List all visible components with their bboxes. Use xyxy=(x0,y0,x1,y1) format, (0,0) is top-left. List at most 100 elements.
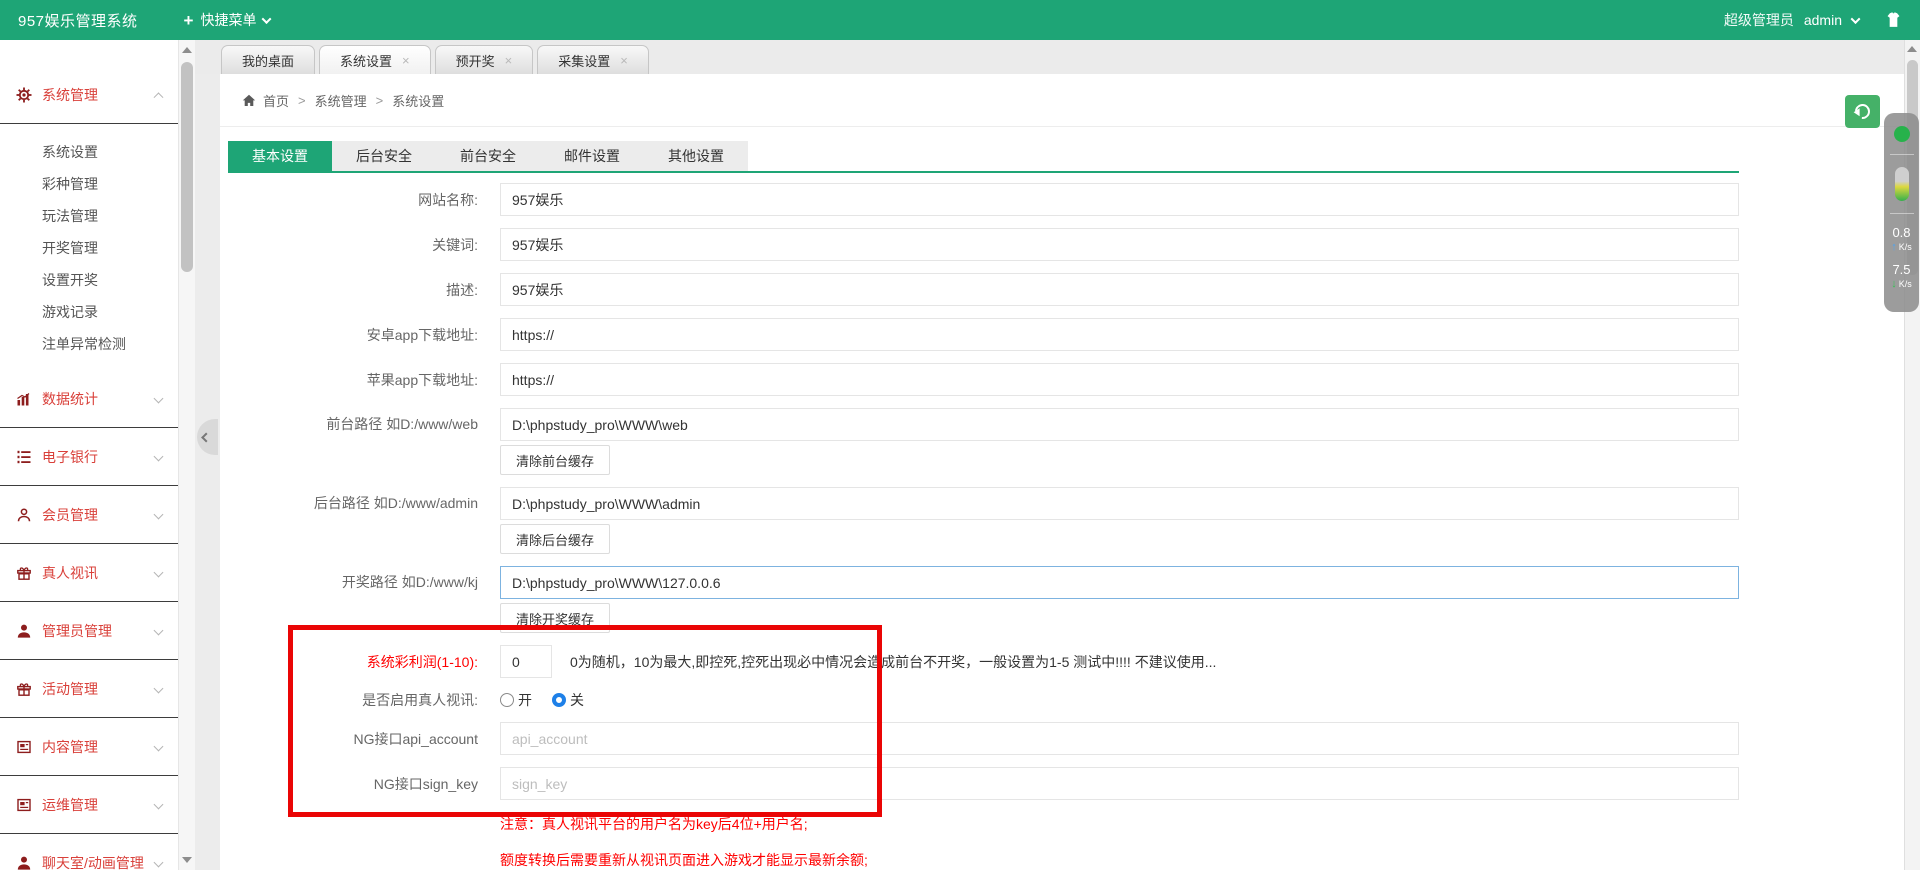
chart-icon xyxy=(16,391,32,407)
tab-label: 采集设置 xyxy=(558,53,611,69)
app-title: 957娱乐管理系统 xyxy=(18,12,138,30)
tab-backend-security[interactable]: 后台安全 xyxy=(332,141,436,171)
breadcrumb-separator: > xyxy=(375,92,384,108)
ng-sign-key-input[interactable] xyxy=(500,767,1739,800)
breadcrumb-current: 系统设置 xyxy=(392,93,445,109)
divider xyxy=(1889,154,1914,155)
radio-option-on[interactable]: 开 xyxy=(500,690,532,710)
field-label: 网站名称: xyxy=(418,191,478,208)
sidebar-item-set-draw[interactable]: 设置开奖 xyxy=(0,264,178,296)
sidebar-item-system-management[interactable]: 系统管理 xyxy=(0,66,178,124)
sidebar-item-chatroom-animation[interactable]: 聊天室/动画管理 xyxy=(0,834,178,870)
sidebar-item-play-management[interactable]: 玩法管理 xyxy=(0,200,178,232)
quick-menu-label: 快捷菜单 xyxy=(200,12,257,28)
draw-path-input[interactable] xyxy=(500,566,1739,599)
page-tabstrip: 我的桌面 系统设置 × 预开奖 × 采集设置 × xyxy=(195,40,1904,74)
ios-app-url-input[interactable] xyxy=(500,363,1739,396)
sidebar-group-label: 运维管理 xyxy=(42,796,98,813)
radio-option-off[interactable]: 关 xyxy=(552,690,584,710)
refresh-button[interactable] xyxy=(1845,95,1880,128)
unit-label: K/s xyxy=(1898,279,1912,289)
numbered-list-icon xyxy=(16,449,32,465)
sidebar-item-content-management[interactable]: 内容管理 xyxy=(0,718,178,776)
chevron-down-icon xyxy=(153,509,164,520)
clear-draw-cache-button[interactable]: 清除开奖缓存 xyxy=(500,603,611,633)
sidebar-item-member-management[interactable]: 会员管理 xyxy=(0,486,178,544)
sidebar-item-data-statistics[interactable]: 数据统计 xyxy=(0,370,178,428)
topbar: 957娱乐管理系统 + 快捷菜单 超级管理员 admin xyxy=(0,0,1920,40)
clear-front-cache-button[interactable]: 清除前台缓存 xyxy=(500,445,611,475)
android-app-url-input[interactable] xyxy=(500,318,1739,351)
unit-label: K/s xyxy=(1898,242,1912,252)
tab-system-settings[interactable]: 系统设置 × xyxy=(319,45,431,74)
note-line: 额度转换后需要重新从视讯页面进入游戏才能显示最新余额; xyxy=(500,852,868,868)
username-dropdown[interactable]: admin xyxy=(1804,12,1842,28)
plus-icon: + xyxy=(183,10,194,30)
main-panel: 首页 > 系统管理 > 系统设置 基本设置 后台安全 前台安全 邮件设置 其他设… xyxy=(220,74,1904,870)
breadcrumb-system-management[interactable]: 系统管理 xyxy=(315,91,367,110)
profit-input[interactable] xyxy=(500,645,552,678)
form-row-admin-path: 后台路径 如D:/www/admin 清除后台缓存 xyxy=(220,487,1739,554)
download-speed-value: 7.5 xyxy=(1892,262,1911,277)
sidebar-collapse-handle[interactable] xyxy=(197,419,218,455)
chevron-down-icon xyxy=(153,451,164,462)
breadcrumb-home[interactable]: 首页 xyxy=(263,91,289,110)
tab-my-desktop[interactable]: 我的桌面 xyxy=(221,45,316,74)
tab-collect-settings[interactable]: 采集设置 × xyxy=(537,45,649,74)
theme-shirt-icon[interactable] xyxy=(1885,12,1902,28)
front-path-input[interactable] xyxy=(500,408,1739,441)
user-role: 超级管理员 xyxy=(1723,12,1794,28)
sidebar-item-bet-anomaly-detection[interactable]: 注单异常检测 xyxy=(0,328,178,360)
sidebar-scrollbar[interactable] xyxy=(178,40,195,870)
clear-admin-cache-button[interactable]: 清除后台缓存 xyxy=(500,524,611,554)
scroll-up-icon[interactable] xyxy=(1907,46,1917,52)
close-icon[interactable]: × xyxy=(402,54,410,67)
chevron-up-icon xyxy=(153,92,164,103)
tab-pre-draw[interactable]: 预开奖 × xyxy=(434,45,534,74)
sidebar-item-e-bank[interactable]: 电子银行 xyxy=(0,428,178,486)
sidebar-item-system-settings[interactable]: 系统设置 xyxy=(0,136,178,168)
sidebar-item-ops-management[interactable]: 运维管理 xyxy=(0,776,178,834)
speed-gauge-icon xyxy=(1894,167,1909,201)
download-speed-unit: ↓ K/s xyxy=(1891,279,1912,290)
form-row-keywords: 关键词: xyxy=(220,228,1739,261)
form-row-site-name: 网站名称: xyxy=(220,183,1739,216)
sidebar-item-lottery-management[interactable]: 彩种管理 xyxy=(0,168,178,200)
admin-path-input[interactable] xyxy=(500,487,1739,520)
keywords-input[interactable] xyxy=(500,228,1739,261)
sidebar-group-label: 会员管理 xyxy=(42,506,98,523)
sidebar-item-activity-management[interactable]: 活动管理 xyxy=(0,660,178,718)
field-label: 描述: xyxy=(446,281,478,298)
chevron-down-icon[interactable] xyxy=(1850,13,1861,24)
settings-tabbar: 基本设置 后台安全 前台安全 邮件设置 其他设置 xyxy=(228,141,1739,173)
sidebar-item-game-records[interactable]: 游戏记录 xyxy=(0,296,178,328)
radio-icon-checked[interactable] xyxy=(552,693,566,707)
description-input[interactable] xyxy=(500,273,1739,306)
refresh-icon xyxy=(1851,100,1874,123)
field-label: 前台路径 如D:/www/web xyxy=(326,416,478,432)
field-label: 苹果app下载地址: xyxy=(366,371,478,388)
scroll-down-icon[interactable] xyxy=(182,857,192,863)
tab-mail-settings[interactable]: 邮件设置 xyxy=(540,141,644,171)
breadcrumb: 首页 > 系统管理 > 系统设置 xyxy=(220,74,1904,128)
sidebar-item-live-video[interactable]: 真人视讯 xyxy=(0,544,178,602)
close-icon[interactable]: × xyxy=(620,54,628,67)
scroll-up-icon[interactable] xyxy=(182,47,192,53)
radio-icon-unchecked[interactable] xyxy=(500,693,514,707)
close-icon[interactable]: × xyxy=(505,54,513,67)
site-name-input[interactable] xyxy=(500,183,1739,216)
sidebar-item-draw-management[interactable]: 开奖管理 xyxy=(0,232,178,264)
field-label-profit: 系统彩利润(1-10): xyxy=(366,653,478,670)
news-icon xyxy=(16,797,32,813)
breadcrumb-separator: > xyxy=(298,92,306,108)
scrollbar-thumb[interactable] xyxy=(181,62,193,272)
tab-other-settings[interactable]: 其他设置 xyxy=(644,141,748,171)
ng-api-account-input[interactable] xyxy=(500,722,1739,755)
chevron-left-icon xyxy=(201,432,212,442)
network-speed-widget[interactable]: 0.8 ↑ K/s 7.5 ↓ K/s xyxy=(1884,113,1919,312)
quick-menu-button[interactable]: + 快捷菜单 xyxy=(183,10,272,30)
sidebar-item-admin-management[interactable]: 管理员管理 xyxy=(0,602,178,660)
tab-frontend-security[interactable]: 前台安全 xyxy=(436,141,540,171)
form-row-kj-path: 开奖路径 如D:/www/kj 清除开奖缓存 xyxy=(220,566,1739,633)
tab-basic-settings[interactable]: 基本设置 xyxy=(228,141,332,171)
